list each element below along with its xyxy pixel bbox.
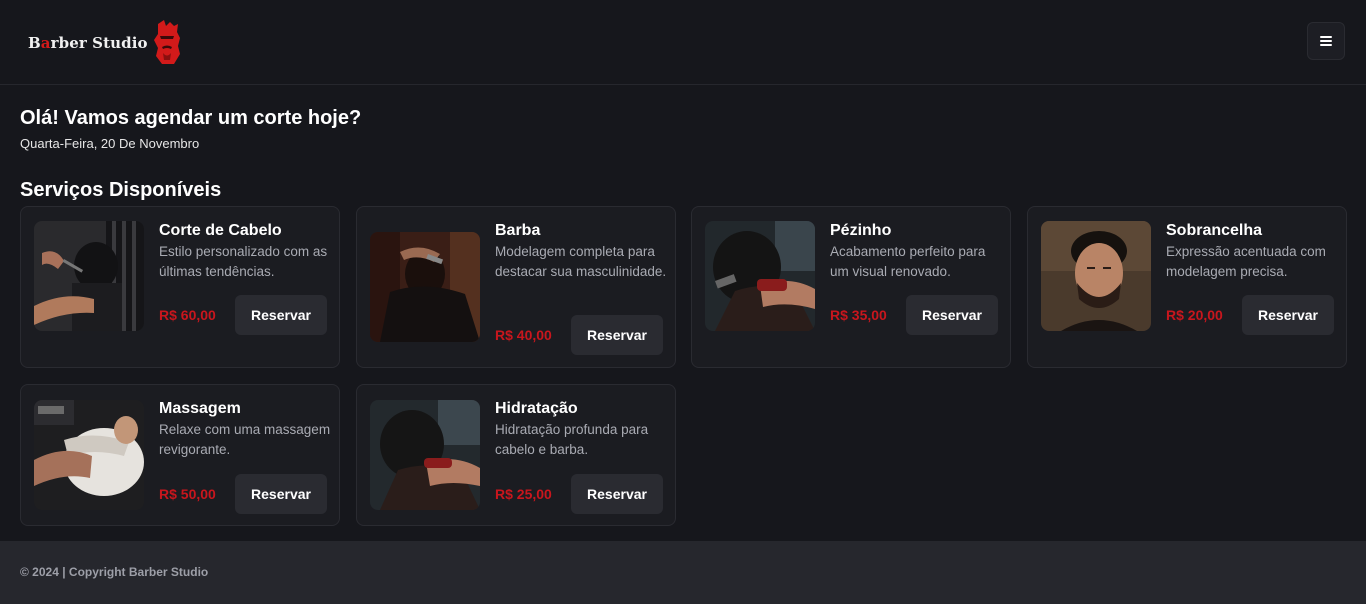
- service-description: Relaxe com uma massagem revigorante.: [159, 422, 331, 457]
- logo-text: Barber Studio: [28, 34, 148, 52]
- service-name: Pézinho: [830, 222, 892, 239]
- service-price: R$ 25,00: [495, 486, 552, 502]
- service-name: Barba: [495, 222, 541, 239]
- reserve-button[interactable]: Reservar: [906, 295, 998, 335]
- service-card-hidratacao: Hidratação Hidratação profunda para cabe…: [356, 384, 676, 526]
- haircut-photo: [34, 221, 144, 331]
- service-name: Massagem: [159, 400, 241, 417]
- service-info: Hidratação Hidratação profunda para cabe…: [495, 399, 667, 460]
- greeting-title: Olá! Vamos agendar um corte hoje?: [20, 107, 362, 129]
- service-card-sobrancelha: Sobrancelha Expressão acentuada com mode…: [1027, 206, 1347, 368]
- copyright-text: © 2024 | Copyright Barber Studio: [20, 565, 209, 579]
- service-price: R$ 50,00: [159, 486, 216, 502]
- service-name: Corte de Cabelo: [159, 222, 282, 239]
- service-price: R$ 60,00: [159, 307, 216, 323]
- hamburger-menu-icon: [1320, 36, 1332, 46]
- service-price: R$ 20,00: [1166, 307, 1223, 323]
- service-name: Hidratação: [495, 400, 578, 417]
- reserve-button[interactable]: Reservar: [571, 315, 663, 355]
- service-info: Sobrancelha Expressão acentuada com mode…: [1166, 221, 1338, 282]
- beard-trim-photo: [370, 232, 480, 342]
- massage-photo: [34, 400, 144, 510]
- service-description: Estilo personalizado com as últimas tend…: [159, 244, 328, 279]
- hydration-photo: [370, 400, 480, 510]
- barber-studio-logo[interactable]: Barber Studio: [28, 20, 182, 66]
- eyebrow-portrait-photo: [1041, 221, 1151, 331]
- reserve-button[interactable]: Reservar: [1242, 295, 1334, 335]
- service-description: Modelagem completa para destacar sua mas…: [495, 244, 667, 279]
- reserve-button[interactable]: Reservar: [235, 295, 327, 335]
- current-date: Quarta-Feira, 20 De Novembro: [20, 136, 200, 151]
- service-card-corte-de-cabelo: Corte de Cabelo Estilo personalizado com…: [20, 206, 340, 368]
- service-price: R$ 40,00: [495, 327, 552, 343]
- service-description: Hidratação profunda para cabelo e barba.: [495, 422, 649, 457]
- footer: © 2024 | Copyright Barber Studio: [0, 541, 1366, 604]
- service-info: Pézinho Acabamento perfeito para um visu…: [830, 221, 1002, 282]
- section-title: Serviços Disponíveis: [20, 179, 222, 201]
- top-navbar: Barber Studio: [0, 0, 1366, 85]
- service-info: Massagem Relaxe com uma massagem revigor…: [159, 399, 331, 460]
- neckline-trim-photo: [705, 221, 815, 331]
- service-card-barba: Barba Modelagem completa para destacar s…: [356, 206, 676, 368]
- service-description: Acabamento perfeito para um visual renov…: [830, 244, 986, 279]
- service-card-massagem: Massagem Relaxe com uma massagem revigor…: [20, 384, 340, 526]
- service-name: Sobrancelha: [1166, 222, 1263, 239]
- reserve-button[interactable]: Reservar: [235, 474, 327, 514]
- service-info: Corte de Cabelo Estilo personalizado com…: [159, 221, 331, 282]
- menu-button[interactable]: [1307, 22, 1345, 60]
- reserve-button[interactable]: Reservar: [571, 474, 663, 514]
- service-info: Barba Modelagem completa para destacar s…: [495, 221, 667, 282]
- service-price: R$ 35,00: [830, 307, 887, 323]
- service-card-pezinho: Pézinho Acabamento perfeito para um visu…: [691, 206, 1011, 368]
- service-description: Expressão acentuada com modelagem precis…: [1166, 244, 1326, 279]
- barber-face-logo-icon: [153, 20, 180, 64]
